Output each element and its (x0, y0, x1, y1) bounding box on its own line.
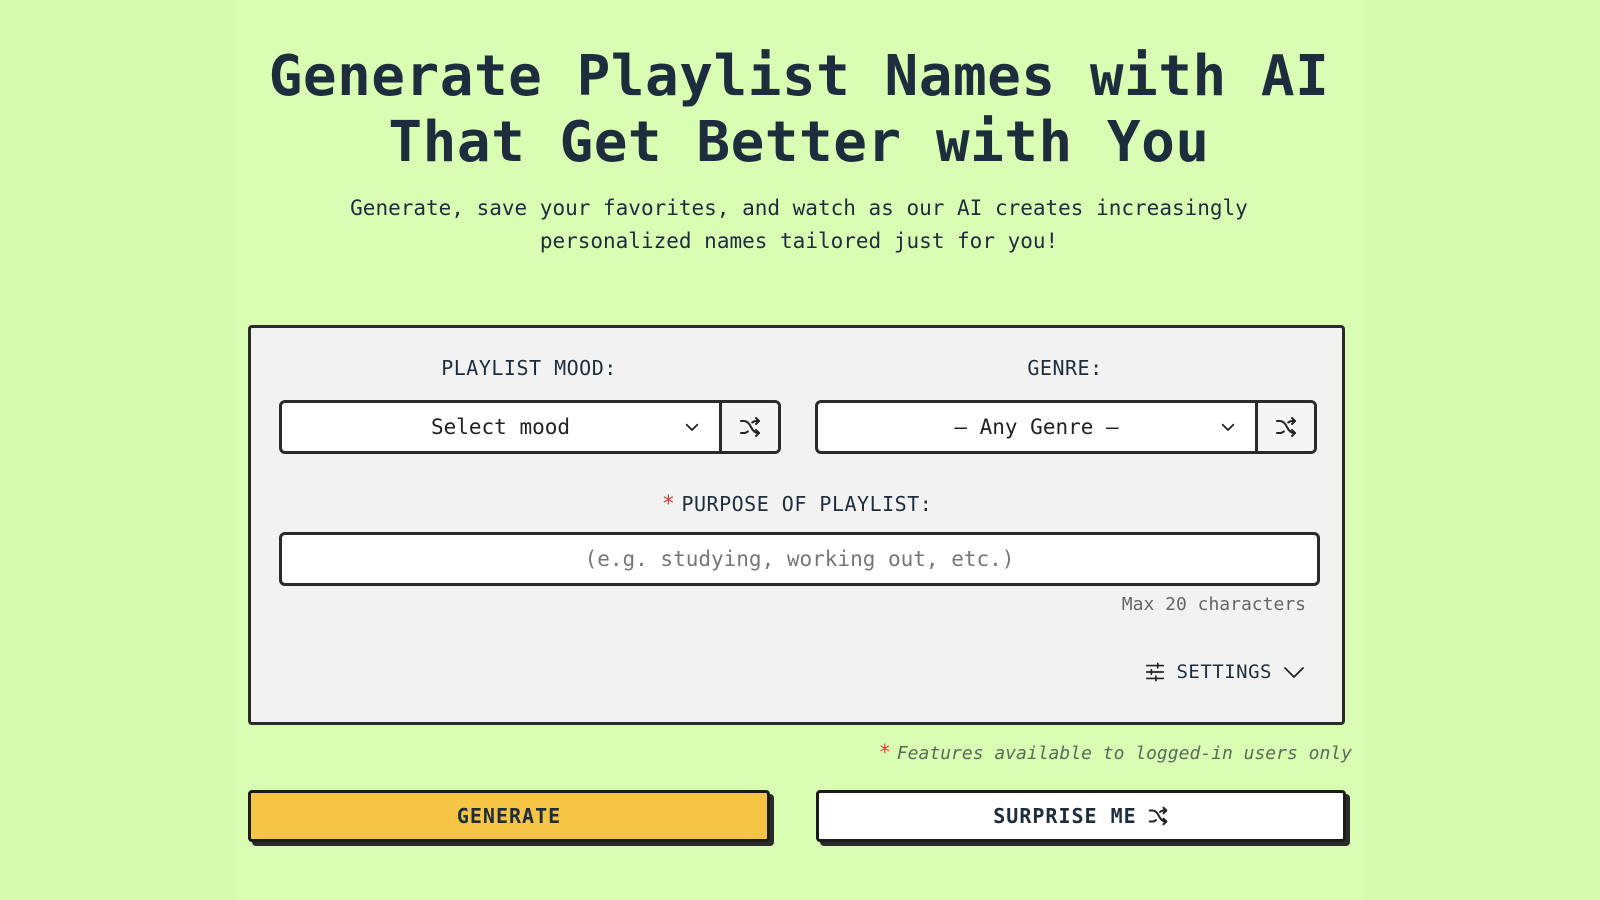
mood-label: PLAYLIST MOOD: (441, 356, 617, 380)
purpose-label-text: PURPOSE OF PLAYLIST: (681, 492, 933, 516)
required-marker: * (878, 740, 891, 764)
settings-label: SETTINGS (1176, 661, 1272, 683)
page-margin-left (0, 0, 236, 900)
mood-shuffle-button[interactable] (719, 403, 778, 451)
chevron-down-icon (1221, 423, 1235, 431)
surprise-me-button[interactable]: SURPRISE ME (816, 790, 1346, 842)
generate-button[interactable]: GENERATE (248, 790, 770, 842)
page-title-line-1: Generate Playlist Names with AI (268, 44, 1330, 109)
shuffle-icon (740, 417, 760, 437)
mood-select-value: Select mood (430, 415, 571, 439)
genre-shuffle-button[interactable] (1255, 403, 1314, 451)
page-subtitle: Generate, save your favorites, and watch… (248, 192, 1350, 258)
mood-select[interactable]: Select mood (282, 403, 719, 451)
mood-select-group: Select mood (279, 400, 781, 454)
generate-button-label: GENERATE (456, 804, 562, 828)
genre-label: GENRE: (1027, 356, 1103, 380)
generator-form-card: PLAYLIST MOOD: Select mood GENRE: — Any … (248, 325, 1345, 725)
page-subtitle-line-1: Generate, save your favorites, and watch… (350, 196, 1248, 220)
logged-in-note-text: Features available to logged-in users on… (896, 743, 1352, 764)
shuffle-icon (1148, 806, 1167, 826)
chevron-down-icon (1284, 667, 1304, 678)
surprise-me-button-label: SURPRISE ME (993, 804, 1137, 828)
page-margin-right (1364, 0, 1600, 900)
page-title: Generate Playlist Names with AI That Get… (248, 44, 1350, 176)
purpose-label: * PURPOSE OF PLAYLIST: (279, 492, 1315, 517)
page-title-line-2: That Get Better with You (388, 110, 1210, 175)
purpose-input[interactable] (279, 532, 1320, 586)
chevron-down-icon (685, 423, 699, 431)
genre-select[interactable]: — Any Genre — (818, 403, 1255, 451)
sliders-icon (1146, 662, 1165, 682)
settings-toggle[interactable]: SETTINGS (1144, 660, 1306, 684)
required-marker: * (661, 492, 676, 517)
genre-select-group: — Any Genre — (815, 400, 1317, 454)
purpose-char-limit-hint: Max 20 characters (1121, 594, 1306, 615)
logged-in-features-note: * Features available to logged-in users o… (879, 740, 1352, 764)
genre-select-value: — Any Genre — (954, 415, 1119, 439)
page-subtitle-line-2: personalized names tailored just for you… (539, 229, 1059, 253)
shuffle-icon (1276, 417, 1296, 437)
